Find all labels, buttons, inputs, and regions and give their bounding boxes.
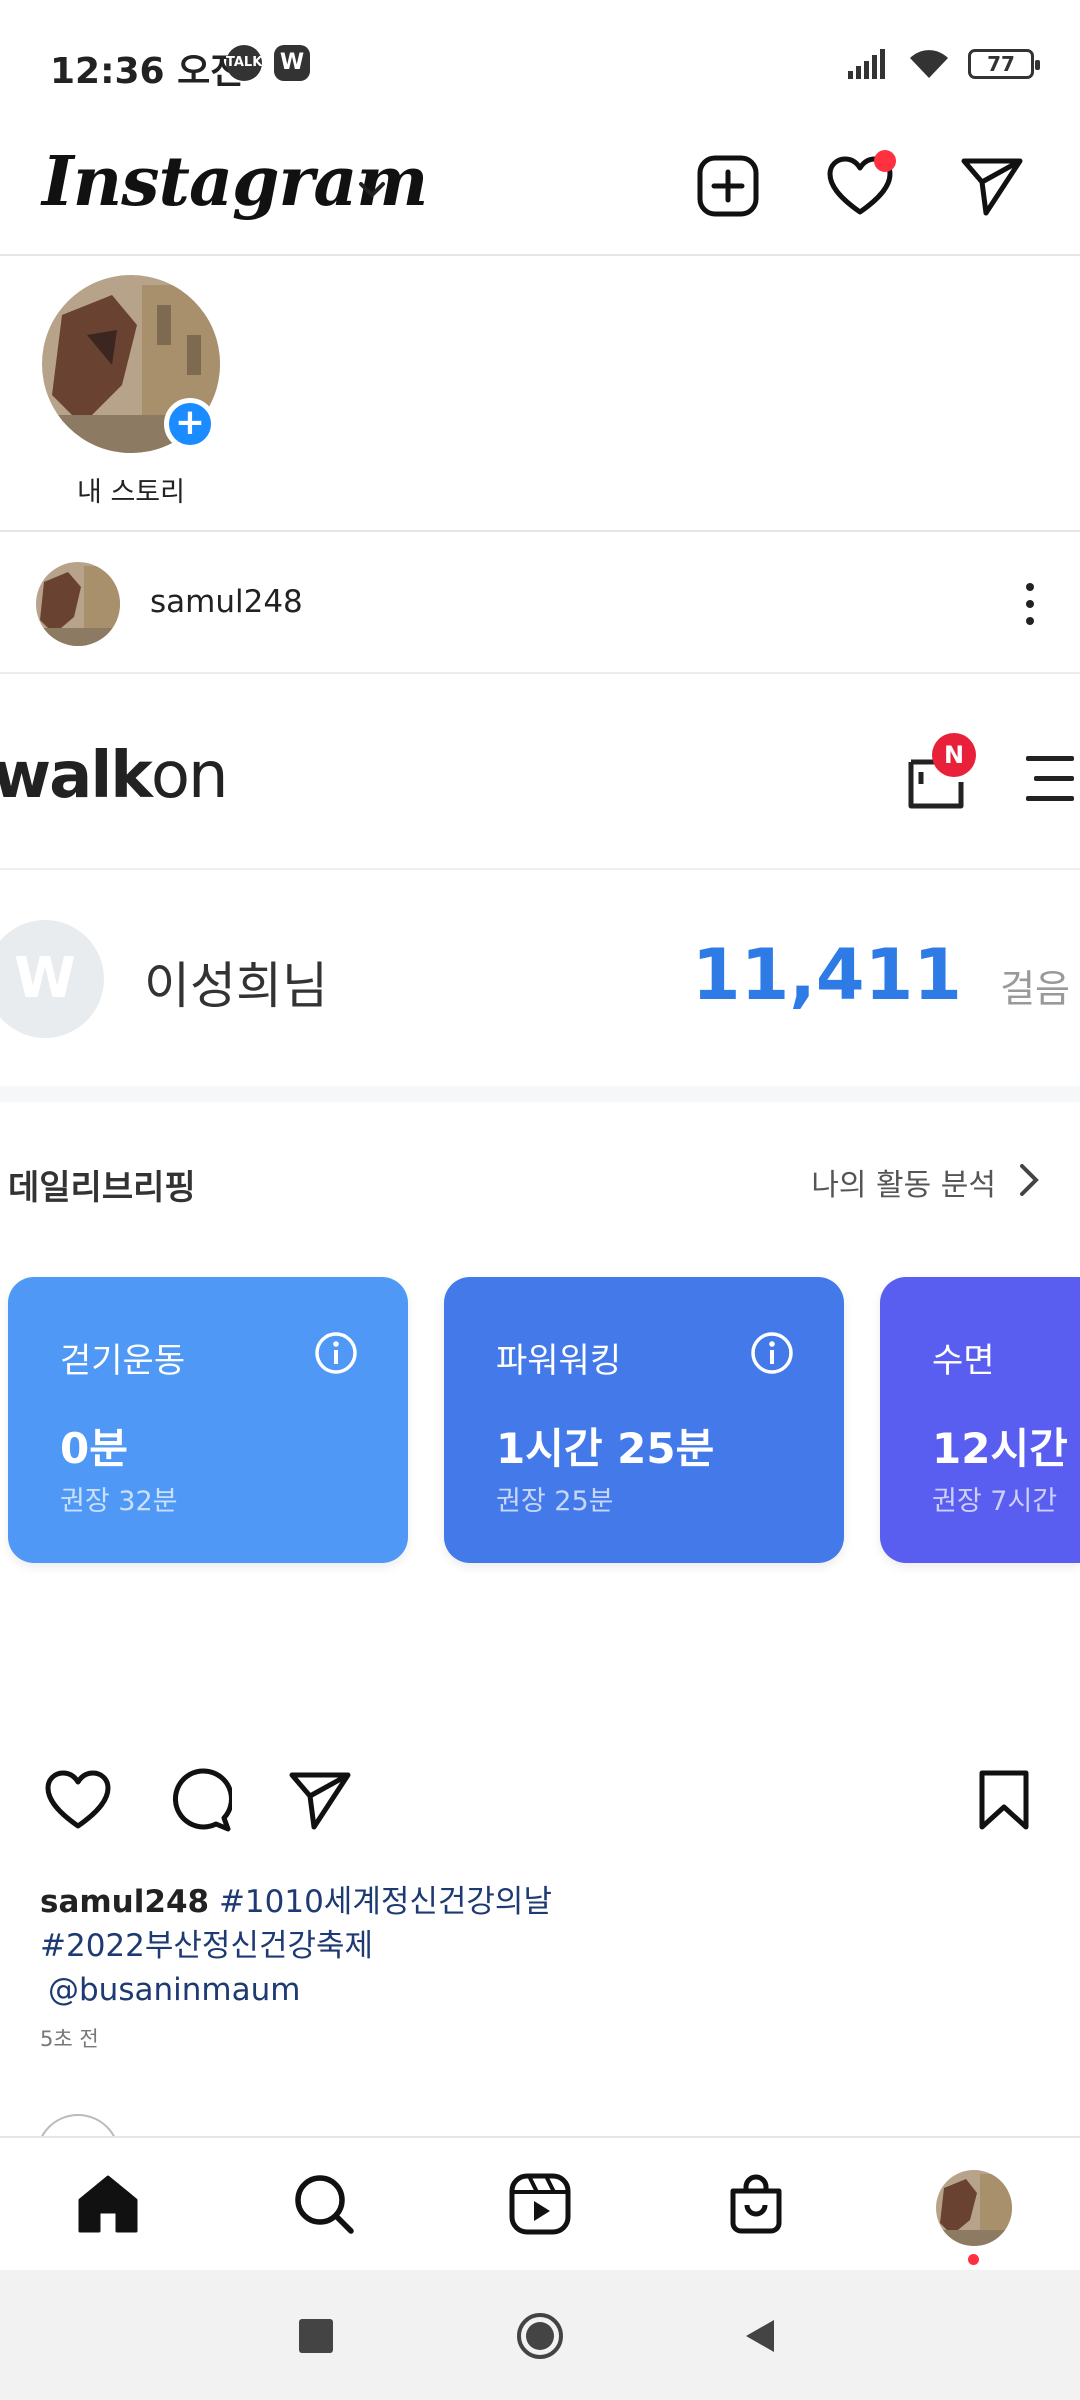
activity-dot (874, 150, 896, 172)
status-bar: 12:36 오전 TALK W 77 (0, 0, 1080, 130)
mention-link[interactable]: @busaninmaum (48, 1972, 300, 2008)
square-icon (299, 2319, 333, 2353)
card-recommended: 권장 25분 (496, 1486, 614, 1517)
card-value: 12시간 (932, 1424, 1068, 1473)
signal-icon (848, 49, 885, 79)
post-timestamp: 5초 전 (40, 2027, 99, 2051)
caption-username[interactable]: samul248 (40, 1884, 209, 1920)
avatar-image (36, 562, 120, 646)
info-icon (751, 1332, 793, 1374)
save-button[interactable] (964, 1760, 1044, 1840)
card-value: 0분 (60, 1424, 128, 1473)
post-actions (0, 1750, 1080, 1860)
nav-shop[interactable] (720, 2168, 792, 2240)
stories-tray: + 내 스토리 (0, 258, 1080, 532)
hamburger-menu-icon (1020, 746, 1074, 806)
home-icon (78, 2175, 138, 2233)
chevron-right-icon (1020, 1164, 1039, 1196)
search-icon (295, 2175, 354, 2234)
status-time: 12:36 오전 (50, 51, 244, 92)
heart-icon (45, 1770, 111, 1829)
profile-notification-dot (968, 2254, 979, 2265)
card-title: 파워워킹 (496, 1341, 622, 1381)
nav-home[interactable] (72, 2168, 144, 2240)
kakaotalk-icon: TALK (226, 45, 262, 81)
battery-level: 77 (987, 52, 1015, 76)
nav-search[interactable] (288, 2168, 360, 2240)
comment-icon (172, 1768, 232, 1832)
paper-plane-icon (289, 1772, 351, 1830)
activity-button[interactable] (824, 150, 896, 222)
post-caption: samul248 #1010세계정신건강의날 #2022부산정신건강축제 @bu… (40, 1880, 1040, 2012)
bookmark-icon (979, 1770, 1029, 1830)
w-app-icon: W (274, 45, 310, 81)
post-username[interactable]: samul248 (150, 584, 303, 620)
walking-card: 걷기운동 0분 권장 32분 (8, 1277, 408, 1563)
power-walking-card: 파워워킹 1시간 25분 권장 25분 (444, 1277, 844, 1563)
nav-profile-avatar[interactable] (936, 2170, 1012, 2246)
wifi-icon (910, 50, 948, 78)
info-icon (315, 1332, 357, 1374)
plus-square-icon (697, 155, 759, 217)
system-navigation-bar (0, 2270, 1080, 2400)
activity-analysis-link: 나의 활동 분석 (811, 1168, 996, 1203)
app-header: Instagram (0, 130, 1080, 256)
shop-icon (730, 2174, 782, 2234)
status-right-icons: 77 (848, 44, 1040, 84)
card-title: 걷기운동 (60, 1341, 186, 1381)
divider (0, 868, 1080, 870)
post-author-avatar[interactable] (36, 562, 120, 646)
like-button[interactable] (38, 1760, 118, 1840)
new-post-button[interactable] (692, 150, 764, 222)
avatar-image (936, 2170, 1012, 2246)
hashtag-link[interactable]: #1010세계정신건강의날 (219, 1884, 552, 1920)
comment-button[interactable] (160, 1760, 240, 1840)
walkon-user-avatar: W (0, 920, 104, 1038)
battery-icon: 77 (968, 49, 1040, 79)
chevron-down-icon[interactable] (355, 172, 389, 206)
hashtag-link[interactable]: #2022부산정신건강축제 (40, 1928, 373, 1964)
post-header: samul248 (0, 532, 1080, 674)
back-button[interactable] (734, 2310, 786, 2362)
walkon-user-name: 이성희님 (144, 957, 328, 1015)
card-recommended: 권장 32분 (60, 1486, 178, 1517)
circle-icon (517, 2313, 563, 2359)
direct-messages-button[interactable] (956, 150, 1028, 222)
nav-reels[interactable] (504, 2168, 576, 2240)
paper-plane-icon (961, 158, 1023, 216)
step-unit: 걸음 (1000, 967, 1070, 1011)
add-story-button[interactable]: + (164, 398, 216, 450)
back-triangle-icon (746, 2320, 774, 2352)
card-title: 수면 (932, 1341, 995, 1381)
more-options-icon[interactable] (1000, 564, 1060, 644)
post-image[interactable]: walkon N W 이성희님 11,411 걸음 데일리브리핑 나의 활동 분… (0, 676, 1080, 1636)
step-count: 11,411 (691, 934, 962, 1016)
reels-icon (509, 2173, 571, 2235)
home-system-button[interactable] (514, 2310, 566, 2362)
bottom-navigation (0, 2136, 1080, 2270)
walkon-logo: walkon (0, 739, 229, 813)
card-recommended: 권장 7시간 (932, 1486, 1058, 1517)
notification-badge: N (932, 733, 976, 777)
my-story-label: 내 스토리 (77, 477, 185, 508)
daily-briefing-title: 데일리브리핑 (8, 1168, 196, 1208)
section-gap (0, 1086, 1080, 1102)
share-button[interactable] (280, 1760, 360, 1840)
recents-button[interactable] (290, 2310, 342, 2362)
sleep-card: 수면 12시간 권장 7시간 (880, 1277, 1080, 1563)
card-value: 1시간 25분 (496, 1424, 715, 1473)
